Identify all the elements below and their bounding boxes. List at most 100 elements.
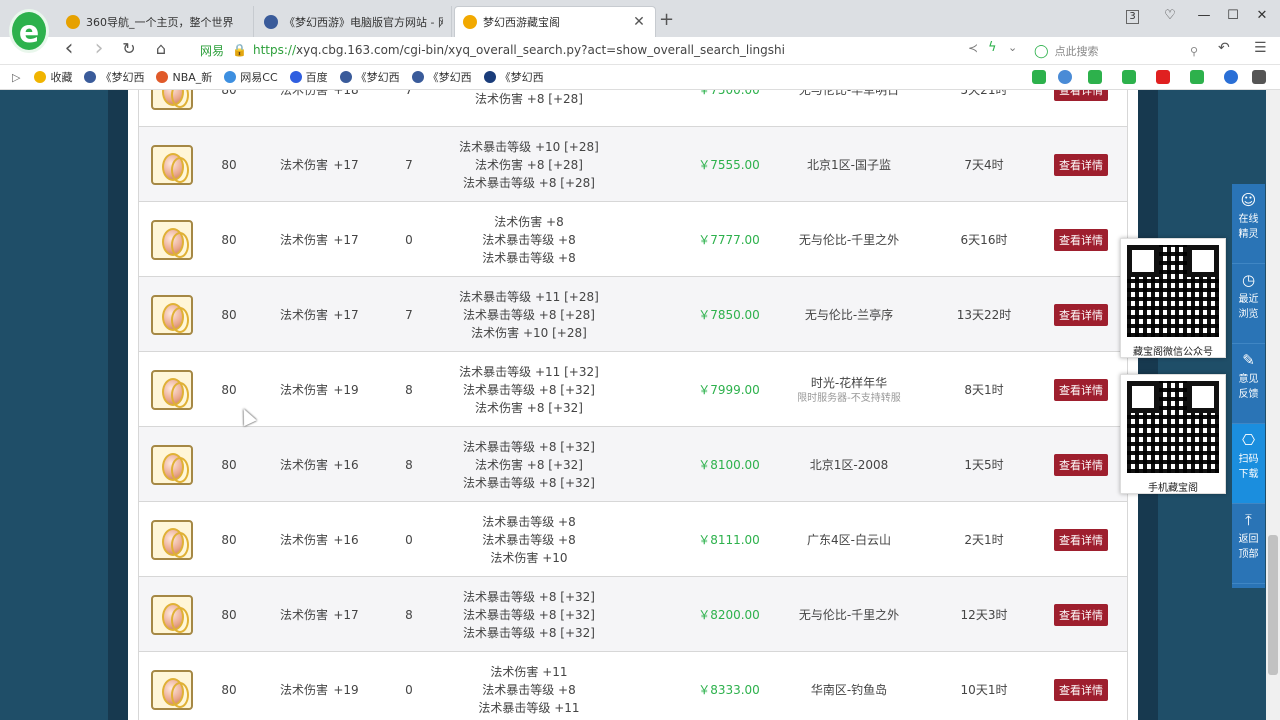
time-left: 6天16时 <box>960 233 1008 247</box>
grid-icon[interactable] <box>1252 70 1266 84</box>
forward-button[interactable]: › <box>88 36 110 61</box>
url-field[interactable]: 网易 🔒 https:// xyq.cbg.163.com/cgi-bin/xy… <box>200 39 1020 61</box>
view-detail-button[interactable]: 查看详情 <box>1054 228 1108 251</box>
table-row: 80 法术伤害 +16 0 法术暴击等级 +8 法术暴击等级 +8 法术伤害 +10 ￥811… <box>139 502 1127 577</box>
time-left: 7天4时 <box>964 158 1004 172</box>
gourd-icon <box>151 294 193 335</box>
translate-icon[interactable] <box>1122 70 1136 84</box>
bookmark-label: 收藏 <box>50 71 73 84</box>
new-tab-button[interactable]: + <box>659 9 674 30</box>
item-image[interactable] <box>151 127 193 202</box>
tab-360-nav[interactable]: 360导航_一个主页，整个世界 <box>58 6 254 37</box>
item-image[interactable] <box>151 652 193 720</box>
search-ext-icon[interactable] <box>1224 70 1238 84</box>
extension-icon[interactable] <box>1032 70 1046 84</box>
bookmark-item[interactable]: 《梦幻西 <box>411 69 472 85</box>
attr-line: 法术暴击等级 +8 [+32] <box>462 607 595 622</box>
minimize-button[interactable]: — <box>1194 8 1214 23</box>
shield-ext-icon[interactable] <box>1088 70 1102 84</box>
maximize-button[interactable]: ☐ <box>1223 8 1243 23</box>
extra-attrs: 法术暴击等级 +8 [+32] 法术伤害 +8 [+32] 法术暴击等级 +8 [+… <box>439 427 619 502</box>
item-image[interactable] <box>151 352 193 427</box>
close-window-button[interactable]: ✕ <box>1252 8 1272 23</box>
bookmark-item[interactable]: 《梦幻西 <box>483 69 544 85</box>
close-tab-icon[interactable]: ✕ <box>631 14 647 30</box>
detail-cell: 查看详情 <box>1052 277 1110 352</box>
view-detail-button[interactable]: 查看详情 <box>1054 603 1108 626</box>
side-panel-item[interactable]: ☺ 在线精灵 <box>1232 184 1265 264</box>
item-level: 80 <box>214 90 244 127</box>
side-panel-item[interactable]: ◷ 最近浏览 <box>1232 264 1265 344</box>
bookmark-item[interactable]: 百度 <box>289 69 328 85</box>
bookmark-item[interactable]: NBA_新 <box>156 69 212 85</box>
search-icon[interactable]: ⚲ <box>1190 45 1198 58</box>
lightning-icon[interactable]: ϟ <box>988 40 997 55</box>
view-detail-button[interactable]: 查看详情 <box>1054 303 1108 326</box>
menu-icon[interactable]: ☰ <box>1254 40 1267 56</box>
server: 华南区-钓鱼岛 <box>779 652 919 720</box>
gourd-icon <box>151 594 193 635</box>
side-panel-item[interactable]: ⎔ 扫码下载 <box>1232 424 1265 504</box>
scrollbar-thumb[interactable] <box>1268 535 1278 675</box>
server-name: 广东4区-白云山 <box>807 532 891 547</box>
home-button[interactable]: ⌂ <box>150 39 172 58</box>
view-detail-button[interactable]: 查看详情 <box>1054 678 1108 701</box>
back-button[interactable]: ‹ <box>58 36 80 61</box>
bookmark-favorites[interactable]: 收藏 <box>34 69 72 85</box>
item-level: 80 <box>221 157 237 172</box>
attr-line: 法术伤害 +10 [+28] <box>471 325 587 340</box>
share-icon[interactable]: ≺ <box>968 41 978 55</box>
main-value: +17 <box>333 307 359 322</box>
extension-icon[interactable] <box>1058 70 1072 84</box>
tab-count-button[interactable]: 3 <box>1126 10 1139 24</box>
extra-attrs: 法术暴击等级 +11 [+32] 法术暴击等级 +8 [+32] 法术伤害 +8 [… <box>439 352 619 427</box>
price: ￥7500.00 <box>698 90 760 97</box>
bookmark-label: 《梦幻西 <box>499 71 544 84</box>
reload-button[interactable]: ↻ <box>118 39 140 58</box>
table-row: 80 法术伤害 +19 0 法术伤害 +11 法术暴击等级 +8 法术暴击等级 +11 ￥83… <box>139 652 1127 720</box>
view-detail-button[interactable]: 查看详情 <box>1054 378 1108 401</box>
bookmark-item[interactable]: 网易CC <box>224 69 278 85</box>
detail-cell: 查看详情 <box>1052 202 1110 277</box>
search-box[interactable]: ◯ 点此搜索 ⚲ <box>1034 41 1198 61</box>
time-left: 5天21时 <box>960 90 1008 97</box>
item-image[interactable] <box>151 277 193 352</box>
game-ext-icon[interactable] <box>1190 70 1204 84</box>
view-detail-button[interactable]: 查看详情 <box>1054 528 1108 551</box>
attr-line: 法术伤害 +8 [+32] <box>474 400 583 415</box>
search-placeholder: 点此搜索 <box>1054 45 1099 58</box>
price: ￥7999.00 <box>698 383 760 397</box>
time-left: 12天3时 <box>960 608 1008 622</box>
table-row: 80 法术伤害 +17 8 法术暴击等级 +8 [+32] 法术暴击等级 +8 [+32]… <box>139 577 1127 652</box>
item-level: 80 <box>221 232 237 247</box>
page-border-left <box>108 90 128 720</box>
favorite-icon[interactable]: ♡ <box>1160 8 1180 23</box>
item-image[interactable] <box>151 90 193 127</box>
view-detail-button[interactable]: 查看详情 <box>1054 153 1108 176</box>
bookmark-item[interactable]: 《梦幻西 <box>84 69 144 85</box>
server-name: 无与伦比-兰亭序 <box>804 307 894 322</box>
qr-code-icon <box>1127 245 1219 337</box>
item-image[interactable] <box>151 427 193 502</box>
side-panel-item[interactable]: ⤒ 返回顶部 <box>1232 504 1265 584</box>
tab-official-site[interactable]: 《梦幻西游》电脑版官方网站 - 网易 <box>256 6 452 37</box>
view-detail-button[interactable]: 查看详情 <box>1054 90 1108 101</box>
item-image[interactable] <box>151 502 193 577</box>
undo-icon[interactable]: ↶ <box>1218 40 1230 56</box>
item-image[interactable] <box>151 577 193 652</box>
sidebar-toggle-icon[interactable]: ▷ <box>12 71 20 84</box>
bookmark-item[interactable]: 《梦幻西 <box>339 69 400 85</box>
chevron-down-icon[interactable]: ⌄ <box>1008 41 1017 54</box>
attr-line: 法术暴击等级 +8 [+32] <box>462 625 595 640</box>
side-panel-item[interactable]: ✎ 意见反馈 <box>1232 344 1265 424</box>
tab-cbg[interactable]: 梦幻西游藏宝阁 ✕ <box>454 6 656 37</box>
item-image[interactable] <box>151 202 193 277</box>
scissors-icon[interactable] <box>1156 70 1170 84</box>
site-badge: 网易 <box>200 43 225 58</box>
item-level: 80 <box>221 457 237 472</box>
view-detail-button[interactable]: 查看详情 <box>1054 453 1108 476</box>
extra-attrs: 法术伤害 +11 法术暴击等级 +8 法术暴击等级 +11 <box>439 652 619 720</box>
side-panel-icon: ◷ <box>1241 271 1256 289</box>
360-icon <box>66 14 80 29</box>
floating-side-panel: ☺ 在线精灵 ◷ 最近浏览 ✎ 意见反馈 ⎔ 扫码下载 ⤒ 返回顶部 <box>1232 184 1265 588</box>
